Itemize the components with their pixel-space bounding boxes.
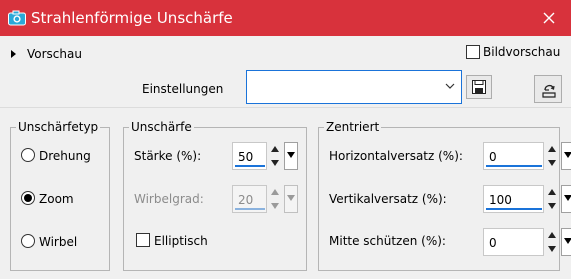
radio-zoom[interactable]	[21, 191, 35, 205]
divider	[0, 107, 571, 108]
radio-wirbel-label: Wirbel	[39, 235, 78, 249]
preview-label: Vorschau	[27, 47, 82, 61]
protect-label: Mitte schützen (%):	[329, 234, 446, 248]
blur-type-title: Unschärfetyp	[16, 120, 101, 134]
elliptic-checkbox[interactable]	[136, 233, 150, 247]
title-bar: Strahlenförmige Unschärfe	[0, 0, 571, 36]
v-offset-dropdown[interactable]	[561, 185, 571, 213]
radio-wirbel[interactable]	[21, 234, 35, 248]
bildvorschau-label: Bildvorschau	[483, 45, 561, 59]
v-offset-slider-bar	[486, 208, 542, 210]
strength-stepper	[268, 142, 282, 170]
v-offset-spinner: 100	[483, 185, 571, 213]
settings-row: Vorschau Bildvorschau Einstellungen	[0, 36, 571, 107]
strength-value: 50	[238, 150, 254, 164]
protect-value: 0	[489, 236, 497, 250]
spin-down-icon[interactable]	[545, 242, 559, 256]
twist-value: 20	[238, 193, 254, 207]
radio-drehung[interactable]	[21, 148, 35, 162]
reset-icon	[542, 84, 556, 98]
blur-title: Unschärfe	[129, 120, 194, 134]
h-offset-value: 0	[489, 150, 497, 164]
h-offset-stepper	[545, 142, 559, 170]
floppy-disk-icon	[472, 80, 486, 94]
twist-stepper	[268, 185, 282, 213]
v-offset-label: Vertikalversatz (%):	[329, 192, 447, 206]
twist-spinner: 20	[232, 185, 302, 213]
h-offset-input[interactable]: 0	[483, 142, 544, 170]
blur-type-group: Unschärfetyp Drehung Zoom Wirbel	[10, 120, 110, 271]
center-title: Zentriert	[324, 120, 382, 134]
h-offset-slider-bar	[486, 165, 542, 167]
v-offset-value: 100	[489, 193, 512, 207]
center-group: Zentriert Horizontalversatz (%): 0 Verti…	[318, 120, 571, 271]
h-offset-spinner: 0	[483, 142, 571, 170]
spin-down-icon[interactable]	[268, 199, 282, 213]
twist-slider-bar	[235, 208, 265, 210]
twist-input[interactable]: 20	[232, 185, 267, 213]
triangle-down-icon	[287, 195, 295, 201]
spin-up-icon[interactable]	[545, 228, 559, 242]
spin-down-icon[interactable]	[545, 156, 559, 170]
strength-input[interactable]: 50	[232, 142, 267, 170]
triangle-down-icon	[564, 238, 571, 244]
triangle-down-icon	[287, 152, 295, 158]
spin-up-icon[interactable]	[545, 185, 559, 199]
spin-up-icon[interactable]	[268, 185, 282, 199]
strength-label: Stärke (%):	[134, 149, 202, 163]
settings-label: Einstellungen	[142, 82, 224, 96]
camera-icon	[8, 10, 26, 26]
close-button[interactable]	[527, 0, 571, 36]
radio-selected-dot	[24, 194, 32, 202]
protect-dropdown[interactable]	[561, 228, 571, 256]
reset-button[interactable]	[534, 75, 562, 103]
strength-slider-bar	[235, 165, 265, 167]
radio-zoom-label: Zoom	[39, 192, 74, 206]
save-preset-button[interactable]	[466, 75, 492, 99]
protect-stepper	[545, 228, 559, 256]
settings-dropdown[interactable]	[246, 70, 462, 104]
close-icon	[543, 12, 555, 24]
protect-spinner: 0	[483, 228, 571, 256]
spin-down-icon[interactable]	[545, 199, 559, 213]
strength-dropdown[interactable]	[284, 142, 298, 170]
twist-label: Wirbelgrad:	[134, 192, 204, 206]
spin-up-icon[interactable]	[545, 142, 559, 156]
spin-up-icon[interactable]	[268, 142, 282, 156]
triangle-down-icon	[564, 152, 571, 158]
v-offset-stepper	[545, 185, 559, 213]
v-offset-input[interactable]: 100	[483, 185, 544, 213]
strength-spinner: 50	[232, 142, 302, 170]
chevron-down-icon	[445, 83, 455, 89]
spin-down-icon[interactable]	[268, 156, 282, 170]
h-offset-dropdown[interactable]	[561, 142, 571, 170]
triangle-down-icon	[564, 195, 571, 201]
bildvorschau-checkbox[interactable]	[466, 45, 480, 59]
window-title: Strahlenförmige Unschärfe	[31, 9, 233, 27]
elliptic-label: Elliptisch	[154, 234, 208, 248]
h-offset-label: Horizontalversatz (%):	[329, 149, 463, 163]
blur-group: Unschärfe Stärke (%): 50 Wirbelgrad: 20 …	[123, 120, 307, 271]
twist-dropdown[interactable]	[284, 185, 298, 213]
protect-input[interactable]: 0	[483, 228, 544, 256]
expand-triangle-icon	[11, 50, 16, 58]
radio-drehung-label: Drehung	[39, 149, 91, 163]
